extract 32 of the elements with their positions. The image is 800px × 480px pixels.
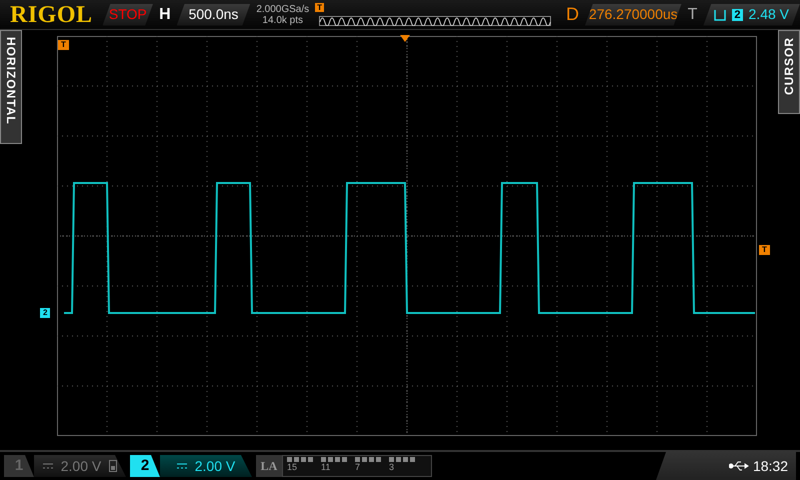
trigger-button[interactable]: 2 2.48 V [703, 4, 800, 26]
trigger-position-marker: T [315, 2, 324, 12]
side-tab[interactable]: CURSOR [778, 30, 800, 114]
digital-channel-icon [287, 457, 313, 462]
channel-number-tab[interactable]: 2 [130, 455, 160, 477]
trigger-position-marker: T [58, 40, 69, 50]
side-tab[interactable]: HORIZONTAL [0, 30, 22, 144]
sample-rate: 2.000GSa/s [256, 4, 310, 14]
digital-channel-icon [389, 457, 415, 462]
timebase-button[interactable]: 500.0ns [176, 4, 250, 26]
channel-marker[interactable]: 2 [40, 308, 50, 318]
digital-channel-icon [321, 457, 347, 462]
trigger-label: T [686, 4, 698, 24]
logic-analyzer-label[interactable]: LA [256, 455, 282, 477]
brand-logo: RIGOL [9, 0, 94, 30]
delay-label: D [564, 3, 580, 26]
memory-depth: 14.0k pts [261, 14, 304, 26]
status-time: 18:32 [752, 456, 788, 476]
dc-coupling-icon [42, 463, 53, 469]
trigger-source-badge: 2 [732, 8, 743, 20]
probe-icon [109, 460, 118, 472]
trigger-position-icon [400, 35, 410, 42]
digital-channel-panel[interactable]: 15 11 7 3 [282, 455, 432, 477]
digital-channel-icon [355, 457, 381, 462]
channel-scale-button[interactable]: 2.00 V [160, 455, 252, 477]
dc-coupling-icon [176, 463, 187, 469]
run-stop-button[interactable]: STOP [102, 4, 154, 26]
horizontal-label: H [158, 4, 172, 24]
channel-scale-button[interactable]: 2.00 V [34, 455, 126, 477]
delay-button[interactable]: 276.270000us [584, 4, 682, 26]
trigger-level-marker[interactable]: T [759, 245, 770, 255]
usb-icon [728, 461, 749, 471]
